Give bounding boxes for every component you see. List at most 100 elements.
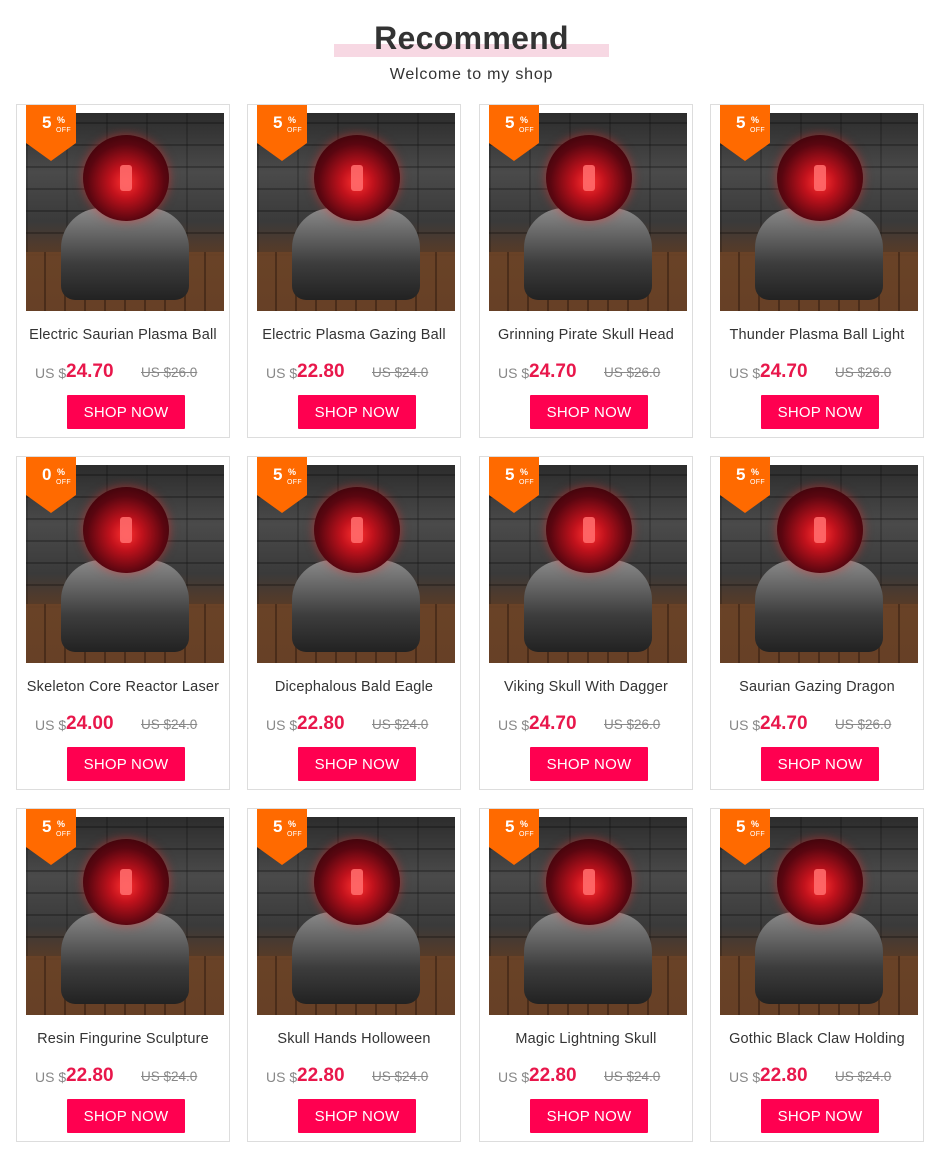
product-card[interactable]: 5% OFF Skull Hands Holloween US $22.80 US $2… [247,808,461,1142]
price-row: US $24.70 US $26.0 [35,361,225,387]
sculpture-base [524,208,652,300]
plasma-ball [314,839,400,925]
discount-percent-sign: % [288,819,297,829]
sculpture-base [292,208,420,300]
current-price: 24.70 [529,361,577,382]
plasma-ball [777,487,863,573]
price-row: US $22.80 US $24.0 [35,1065,225,1091]
original-price: US $26.0 [141,365,198,380]
product-name[interactable]: Skeleton Core Reactor Laser [17,679,229,695]
shop-now-button[interactable]: SHOP NOW [67,1099,185,1133]
plasma-ball [314,135,400,221]
product-card[interactable]: 5% OFF Grinning Pirate Skull Head US $24.70… [479,104,693,438]
discount-percent-sign: % [520,115,529,125]
shop-now-button[interactable]: SHOP NOW [298,747,416,781]
price-row: US $22.80 US $24.0 [498,1065,688,1091]
discount-off-label: OFF [750,831,765,838]
discount-percent-sign: % [520,467,529,477]
product-name[interactable]: Resin Fingurine Sculpture [17,1031,229,1047]
discount-off-label: OFF [750,479,765,486]
shop-now-button[interactable]: SHOP NOW [530,1099,648,1133]
shop-now-button[interactable]: SHOP NOW [761,395,879,429]
plasma-ball [314,487,400,573]
discount-value: 5 [42,817,52,836]
product-card[interactable]: 5% OFF Thunder Plasma Ball Light US $24.70 U… [710,104,924,438]
plasma-ball [83,487,169,573]
currency-label: US $ [35,365,67,381]
plasma-ball [777,135,863,221]
shop-now-button[interactable]: SHOP NOW [761,1099,879,1133]
current-price: 22.80 [297,361,345,382]
discount-percent-sign: % [57,819,66,829]
shop-now-button[interactable]: SHOP NOW [761,747,879,781]
discount-percent-sign: % [57,467,66,477]
currency-label: US $ [35,1069,67,1085]
current-price: 24.00 [66,713,114,734]
currency-label: US $ [498,1069,530,1085]
product-card[interactable]: 5% OFF Gothic Black Claw Holding US $22.80 U… [710,808,924,1142]
current-price: 22.80 [297,713,345,734]
plasma-ball [777,839,863,925]
product-name[interactable]: Electric Plasma Gazing Ball [248,327,460,343]
current-price: 24.70 [529,713,577,734]
discount-percent-sign: % [520,819,529,829]
discount-value: 5 [736,113,746,132]
shop-now-button[interactable]: SHOP NOW [298,1099,416,1133]
price-row: US $24.70 US $26.0 [498,713,688,739]
product-card[interactable]: 5% OFF Electric Saurian Plasma Ball US $24.… [16,104,230,438]
original-price: US $24.0 [604,1069,661,1084]
product-card[interactable]: 5% OFF Dicephalous Bald Eagle US $22.80 US $… [247,456,461,790]
discount-percent-sign: % [288,467,297,477]
sculpture-base [292,560,420,652]
sculpture-base [61,208,189,300]
currency-label: US $ [35,717,67,733]
currency-label: US $ [498,365,530,381]
product-card[interactable]: 5% OFF Viking Skull With Dagger US $24.70 US… [479,456,693,790]
discount-off-label: OFF [287,831,302,838]
discount-badge: 5% OFF [720,809,770,867]
discount-off-label: OFF [56,831,71,838]
product-name[interactable]: Thunder Plasma Ball Light [711,327,923,343]
original-price: US $26.0 [604,717,661,732]
discount-value: 5 [273,465,283,484]
shop-now-button[interactable]: SHOP NOW [298,395,416,429]
shop-now-button[interactable]: SHOP NOW [67,395,185,429]
product-name[interactable]: Viking Skull With Dagger [480,679,692,695]
discount-badge: 5% OFF [720,457,770,515]
discount-percent-sign: % [751,819,760,829]
price-row: US $22.80 US $24.0 [729,1065,919,1091]
product-name[interactable]: Skull Hands Holloween [248,1031,460,1047]
product-name[interactable]: Dicephalous Bald Eagle [248,679,460,695]
product-card[interactable]: 5% OFF Resin Fingurine Sculpture US $22.80 U… [16,808,230,1142]
original-price: US $24.0 [835,1069,892,1084]
currency-label: US $ [266,365,298,381]
plasma-ball [83,839,169,925]
discount-percent-sign: % [751,115,760,125]
product-name[interactable]: Gothic Black Claw Holding [711,1031,923,1047]
product-card[interactable]: 0% OFF Skeleton Core Reactor Laser US $24.0… [16,456,230,790]
discount-badge: 5% OFF [720,105,770,163]
sculpture-base [755,560,883,652]
current-price: 24.70 [66,361,114,382]
page-title: Recommend [374,20,569,56]
discount-value: 5 [273,113,283,132]
plasma-ball [546,839,632,925]
product-name[interactable]: Saurian Gazing Dragon [711,679,923,695]
product-card[interactable]: 5% OFF Magic Lightning Skull US $22.80 US $2… [479,808,693,1142]
shop-now-button[interactable]: SHOP NOW [67,747,185,781]
price-row: US $22.80 US $24.0 [266,361,456,387]
product-card[interactable]: 5% OFF Saurian Gazing Dragon US $24.70 US $2… [710,456,924,790]
original-price: US $26.0 [604,365,661,380]
discount-value: 0 [42,465,52,484]
shop-now-button[interactable]: SHOP NOW [530,395,648,429]
discount-value: 5 [505,817,515,836]
product-name[interactable]: Magic Lightning Skull [480,1031,692,1047]
shop-now-button[interactable]: SHOP NOW [530,747,648,781]
discount-value: 5 [42,113,52,132]
product-name[interactable]: Grinning Pirate Skull Head [480,327,692,343]
product-card[interactable]: 5% OFF Electric Plasma Gazing Ball US $22.8… [247,104,461,438]
sculpture-base [524,912,652,1004]
discount-badge: 5% OFF [489,457,539,515]
product-name[interactable]: Electric Saurian Plasma Ball [17,327,229,343]
discount-value: 5 [736,817,746,836]
